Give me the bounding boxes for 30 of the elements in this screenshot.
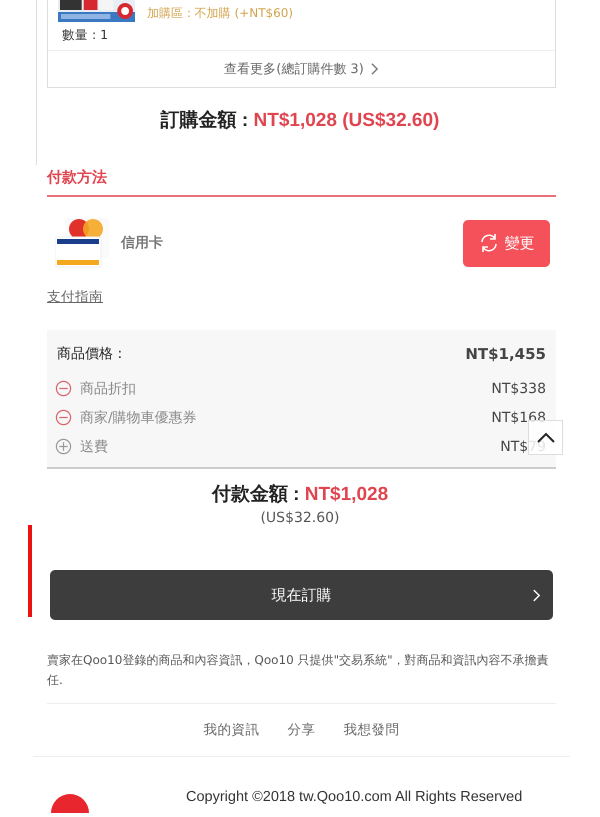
view-more-link[interactable]: 查看更多(總訂購件數 3) — [48, 50, 555, 87]
footer-link[interactable]: 我想發問 — [344, 721, 400, 739]
payment-total: 付款金額 : NT$1,028 — [210, 482, 390, 507]
price-label: 送費 — [80, 438, 108, 456]
price-value: NT$168 — [491, 410, 546, 426]
refresh-icon — [478, 233, 498, 253]
minus-icon — [55, 380, 72, 397]
logo-icon — [50, 793, 90, 813]
option-text: 加購區 : 不加購 (+NT$60) — [147, 6, 294, 20]
disclaimer-text: 賣家在Qoo10登錄的商品和內容資訊，Qoo10 只提供"交易系統"，對商品和資訊內容不承擔責任. — [47, 650, 556, 704]
price-value: NT$1,455 — [465, 345, 546, 363]
chevron-right-icon — [370, 62, 379, 76]
quantity-text: 數量 : 1 — [61, 26, 110, 44]
section-title: 付款方法 — [47, 168, 556, 197]
price-label: 商品折扣 — [80, 380, 136, 398]
change-button[interactable]: 變更 — [463, 220, 550, 266]
price-label: 商品價格 : — [57, 345, 122, 363]
footer-link[interactable]: 我的資訊 — [204, 721, 260, 739]
chevron-right-icon — [532, 588, 541, 603]
footer-link[interactable]: 分享 — [288, 721, 316, 739]
plus-icon — [55, 438, 72, 455]
payment-method-label: 信用卡 — [121, 234, 163, 252]
copyright-text: Copyright ©2018 tw.Qoo10.com All Rights Reserved — [186, 789, 522, 805]
order-button[interactable]: 現在訂購 — [50, 570, 553, 620]
price-value: NT$338 — [491, 380, 546, 396]
order-total: 訂購金額 : NT$1,028 (US$32.60) — [159, 108, 440, 133]
payment-guide-link[interactable]: 支付指南 — [47, 288, 103, 306]
usd-amount: (US$32.60) — [259, 510, 341, 526]
minus-icon — [55, 409, 72, 426]
price-label: 商家/購物車優惠券 — [80, 408, 197, 426]
